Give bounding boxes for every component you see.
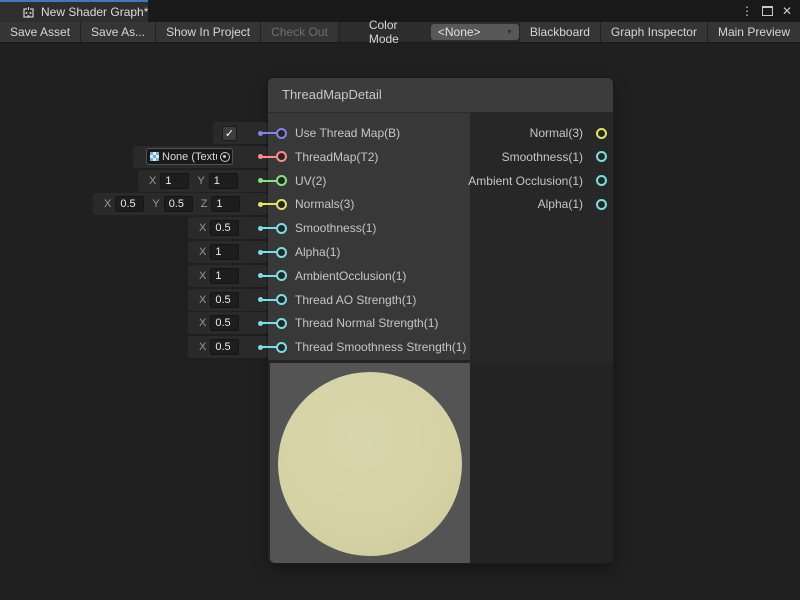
color-mode-dropdown[interactable]: <None> ▼	[431, 24, 519, 40]
color-mode-group: Color Mode <None> ▼	[369, 22, 519, 42]
node-outputs-column: Normal(3) Smoothness(1) Ambient Occlusion(…	[470, 113, 613, 363]
input-port-label: Smoothness(1)	[295, 220, 376, 236]
input-widget-6: X1	[188, 265, 267, 287]
input-port-label: AmbientOcclusion(1)	[295, 268, 406, 284]
input-widget-1: None (Textu	[133, 146, 267, 168]
node-body-filler	[470, 363, 613, 563]
axis-label: X	[199, 294, 206, 306]
window-controls: ⋮ ✕	[741, 0, 800, 22]
output-port-label: Ambient Occlusion(1)	[468, 173, 583, 189]
input-widget-7: X 0.5	[188, 289, 267, 311]
axis-label: Y	[197, 175, 204, 187]
output-port-1[interactable]	[596, 151, 607, 162]
input-widget-2: X1Y1	[138, 170, 267, 192]
check-out-button[interactable]: Check Out	[261, 22, 339, 42]
object-field-value: None (Textu	[162, 151, 217, 163]
texture-thumbnail-icon	[150, 152, 159, 161]
input-port-label: Thread Normal Strength(1)	[295, 315, 438, 331]
blackboard-button[interactable]: Blackboard	[519, 22, 600, 42]
color-mode-value: <None>	[438, 25, 481, 39]
close-icon[interactable]: ✕	[782, 5, 792, 17]
maximize-icon[interactable]	[762, 6, 773, 16]
output-port-0[interactable]	[596, 128, 607, 139]
main-preview-button[interactable]: Main Preview	[707, 22, 800, 42]
input-port-label: Thread AO Strength(1)	[295, 292, 416, 308]
input-widget-3: X 0.5 Y 0.5 Z1	[93, 193, 267, 215]
axis-label: X	[104, 198, 111, 210]
save-asset-button[interactable]: Save Asset	[0, 22, 81, 42]
port-wire	[261, 251, 278, 253]
output-port-2[interactable]	[596, 175, 607, 186]
vector-value-field[interactable]: 1	[160, 173, 189, 189]
color-mode-label: Color Mode	[369, 18, 423, 46]
shader-graph-icon	[22, 6, 35, 19]
port-wire	[261, 227, 278, 229]
tab-title: New Shader Graph*	[41, 5, 148, 19]
output-port-label: Normal(3)	[530, 125, 583, 141]
use-thread-map-checkbox[interactable]: ✓	[222, 126, 237, 141]
input-widget-4: X 0.5	[188, 217, 267, 239]
axis-label: X	[199, 270, 206, 282]
output-port-label: Alpha(1)	[538, 196, 583, 212]
input-port-label: ThreadMap(T2)	[295, 149, 378, 165]
port-wire	[261, 156, 278, 158]
output-port-label: Smoothness(1)	[502, 149, 583, 165]
input-port-label: Use Thread Map(B)	[295, 125, 400, 141]
input-port-label: Thread Smoothness Strength(1)	[295, 339, 466, 355]
node-preview	[270, 363, 470, 563]
toolbar: Save Asset Save As... Show In Project Ch…	[0, 22, 800, 43]
menu-icon[interactable]: ⋮	[741, 5, 753, 17]
texture-object-field[interactable]: None (Textu	[146, 148, 233, 165]
vector-value-field[interactable]: 0.5	[210, 339, 239, 355]
check-icon: ✓	[225, 127, 234, 140]
input-port-label: UV(2)	[295, 173, 326, 189]
port-wire	[261, 203, 278, 205]
input-widget-0: ✓	[213, 122, 267, 144]
port-wire	[261, 299, 278, 301]
toolbar-right-group: Blackboard Graph Inspector Main Preview	[519, 22, 800, 42]
output-port-3[interactable]	[596, 199, 607, 210]
tab-new-shader-graph[interactable]: New Shader Graph*	[0, 0, 148, 22]
vector-value-field[interactable]: 1	[210, 268, 239, 284]
vector-value-field[interactable]: 0.5	[115, 196, 144, 212]
port-wire	[261, 322, 278, 324]
input-widget-9: X 0.5	[188, 336, 267, 358]
object-picker-icon[interactable]	[217, 149, 232, 164]
node-title[interactable]: ThreadMapDetail	[268, 78, 613, 113]
axis-label: X	[199, 246, 206, 258]
port-wire	[261, 132, 278, 134]
input-port-label: Alpha(1)	[295, 244, 340, 260]
axis-label: Z	[201, 198, 208, 210]
node-threadmapdetail[interactable]: ThreadMapDetail Use Thread Map(B) ThreadM…	[268, 78, 613, 563]
save-as-button[interactable]: Save As...	[81, 22, 156, 42]
preview-sphere	[278, 372, 462, 556]
vector-value-field[interactable]: 0.5	[210, 220, 239, 236]
vector-value-field[interactable]: 0.5	[164, 196, 193, 212]
axis-label: X	[199, 341, 206, 353]
axis-label: X	[149, 175, 156, 187]
object-picker-glyph	[220, 152, 230, 162]
vector-value-field[interactable]: 1	[210, 244, 239, 260]
input-widget-8: X 0.5	[188, 312, 267, 334]
port-wire	[261, 275, 278, 277]
port-wire	[261, 346, 278, 348]
chevron-down-icon: ▼	[506, 29, 513, 36]
show-in-project-button[interactable]: Show In Project	[156, 22, 261, 42]
input-port-label: Normals(3)	[295, 196, 354, 212]
axis-label: X	[199, 222, 206, 234]
node-inputs-column: Use Thread Map(B) ThreadMap(T2) UV(2) Norma…	[268, 113, 470, 360]
graph-inspector-button[interactable]: Graph Inspector	[600, 22, 707, 42]
port-wire	[261, 180, 278, 182]
vector-value-field[interactable]: 1	[209, 173, 238, 189]
input-widget-5: X1	[188, 241, 267, 263]
axis-label: X	[199, 317, 206, 329]
vector-value-field[interactable]: 0.5	[210, 292, 239, 308]
vector-value-field[interactable]: 1	[211, 196, 240, 212]
axis-label: Y	[152, 198, 159, 210]
vector-value-field[interactable]: 0.5	[210, 315, 239, 331]
